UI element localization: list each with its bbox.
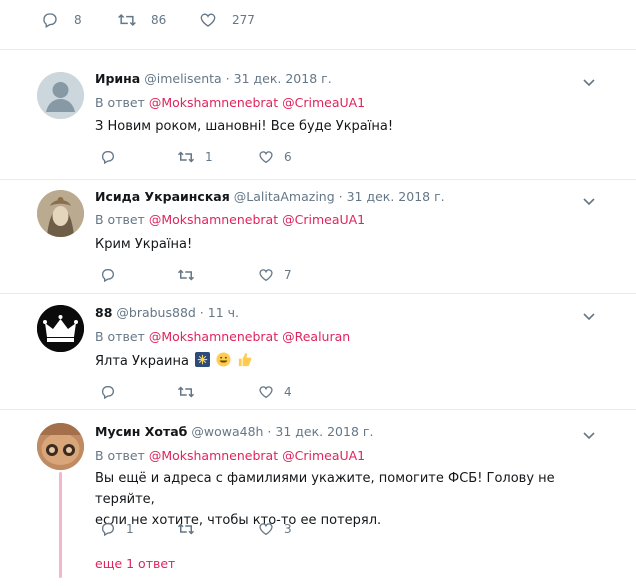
thumbs-up-emoji-icon <box>239 352 252 367</box>
tweet-actions: 1 6 <box>95 149 495 169</box>
retweet-button[interactable]: 1 <box>177 149 213 165</box>
reply-icon <box>101 523 114 537</box>
mention-link[interactable]: @CrimeaUA1 <box>282 212 365 227</box>
tweet-text-line: Вы ещё и адреса с фамилиями укажите, пом… <box>95 471 555 507</box>
tweet-actions: 7 <box>95 267 495 287</box>
tweet-actions: 4 <box>95 384 495 404</box>
reply-to-line: В ответ @Mokshamnenebrat @Realuran <box>95 329 350 344</box>
tweet-actions: 1 3 <box>95 521 495 541</box>
mention-link[interactable]: @Realuran <box>282 329 350 344</box>
author-meta[interactable]: @brabus88d · 11 ч. <box>116 305 239 320</box>
author-name[interactable]: Мусин Хотаб <box>95 424 187 439</box>
avatar[interactable] <box>37 190 84 237</box>
mention-link[interactable]: @CrimeaUA1 <box>282 95 365 110</box>
avatar[interactable] <box>37 72 84 119</box>
like-button[interactable]: 6 <box>258 149 292 165</box>
heart-icon <box>259 151 273 164</box>
tweet-header: Ирина @imelisenta · 31 дек. 2018 г. <box>95 71 332 86</box>
chevron-down-icon[interactable] <box>582 427 596 441</box>
reply-prefix: В ответ <box>95 448 145 463</box>
retweet-count: 86 <box>151 13 167 27</box>
like-count: 3 <box>284 522 292 536</box>
author-meta[interactable]: @wowa48h · 31 дек. 2018 г. <box>191 424 373 439</box>
reply-count: 1 <box>126 522 134 536</box>
retweet-button[interactable] <box>177 384 205 400</box>
reply-button[interactable] <box>100 149 126 165</box>
like-action[interactable]: 277 <box>198 10 255 30</box>
tweet-reply[interactable]: Исида Украинская @LalitaAmazing · 31 дек… <box>0 180 636 294</box>
reply-icon <box>40 10 60 30</box>
heart-icon <box>259 523 273 536</box>
reply-prefix: В ответ <box>95 329 145 344</box>
author-name[interactable]: Ирина <box>95 71 140 86</box>
chevron-down-icon[interactable] <box>582 308 596 322</box>
tweet-reply[interactable]: Ирина @imelisenta · 31 дек. 2018 г. В от… <box>0 58 636 180</box>
retweet-count: 1 <box>205 150 213 164</box>
retweet-button[interactable] <box>177 267 205 283</box>
tweet-text-row: Ялта Украина <box>95 351 595 372</box>
retweet-button[interactable] <box>177 521 205 537</box>
author-meta[interactable]: @LalitaAmazing · 31 дек. 2018 г. <box>234 189 445 204</box>
reply-count: 8 <box>74 13 82 27</box>
reply-icon <box>101 386 114 400</box>
reply-button[interactable]: 1 <box>100 521 134 537</box>
mention-link[interactable]: @Mokshamnenebrat <box>149 329 278 344</box>
mention-link[interactable]: @Mokshamnenebrat <box>149 448 278 463</box>
reply-prefix: В ответ <box>95 95 145 110</box>
thread-connector-line <box>59 472 62 578</box>
reply-icon <box>101 151 114 165</box>
fireworks-emoji-icon <box>195 352 211 367</box>
retweet-action[interactable]: 86 <box>117 10 166 30</box>
reply-button[interactable] <box>100 267 126 283</box>
like-count: 4 <box>284 385 292 399</box>
tweet-text: Ялта Украина <box>95 354 189 369</box>
grinning-face-emoji-icon <box>216 352 231 367</box>
reply-button[interactable] <box>100 384 126 400</box>
like-button[interactable]: 7 <box>258 267 292 283</box>
chevron-down-icon[interactable] <box>582 74 596 88</box>
tweet-reply[interactable]: 88 @brabus88d · 11 ч. В ответ @Mokshamne… <box>0 294 636 410</box>
like-count: 277 <box>232 13 255 27</box>
mention-link[interactable]: @CrimeaUA1 <box>282 448 365 463</box>
avatar[interactable] <box>37 423 84 470</box>
reply-to-line: В ответ @Mokshamnenebrat @CrimeaUA1 <box>95 212 365 227</box>
mention-link[interactable]: @Mokshamnenebrat <box>149 95 278 110</box>
like-count: 6 <box>284 150 292 164</box>
like-button[interactable]: 3 <box>258 521 292 537</box>
tweet-text: Крим Україна! <box>95 237 193 252</box>
retweet-icon <box>177 386 195 398</box>
tweet-text: З Новим роком, шановні! Все буде Україна… <box>95 119 394 134</box>
retweet-icon <box>177 269 195 281</box>
retweet-icon <box>177 151 195 163</box>
heart-icon <box>198 10 218 30</box>
chevron-down-icon[interactable] <box>582 193 596 207</box>
avatar[interactable] <box>37 305 84 352</box>
like-count: 7 <box>284 268 292 282</box>
top-action-bar: 8 86 277 <box>0 0 636 50</box>
mention-link[interactable]: @Mokshamnenebrat <box>149 212 278 227</box>
retweet-icon <box>117 10 137 30</box>
reply-prefix: В ответ <box>95 212 145 227</box>
show-more-replies-link[interactable]: еще 1 ответ <box>95 556 175 571</box>
like-button[interactable]: 4 <box>258 384 292 400</box>
author-name[interactable]: Исида Украинская <box>95 189 230 204</box>
reply-action[interactable]: 8 <box>40 10 82 30</box>
heart-icon <box>259 269 273 282</box>
heart-icon <box>259 386 273 399</box>
tweet-header: 88 @brabus88d · 11 ч. <box>95 305 239 320</box>
reply-icon <box>101 269 114 283</box>
retweet-icon <box>177 523 195 535</box>
reply-to-line: В ответ @Mokshamnenebrat @CrimeaUA1 <box>95 448 365 463</box>
reply-to-line: В ответ @Mokshamnenebrat @CrimeaUA1 <box>95 95 365 110</box>
tweet-header: Исида Украинская @LalitaAmazing · 31 дек… <box>95 189 445 204</box>
author-meta[interactable]: @imelisenta · 31 дек. 2018 г. <box>144 71 331 86</box>
tweet-header: Мусин Хотаб @wowa48h · 31 дек. 2018 г. <box>95 424 373 439</box>
author-name[interactable]: 88 <box>95 305 112 320</box>
